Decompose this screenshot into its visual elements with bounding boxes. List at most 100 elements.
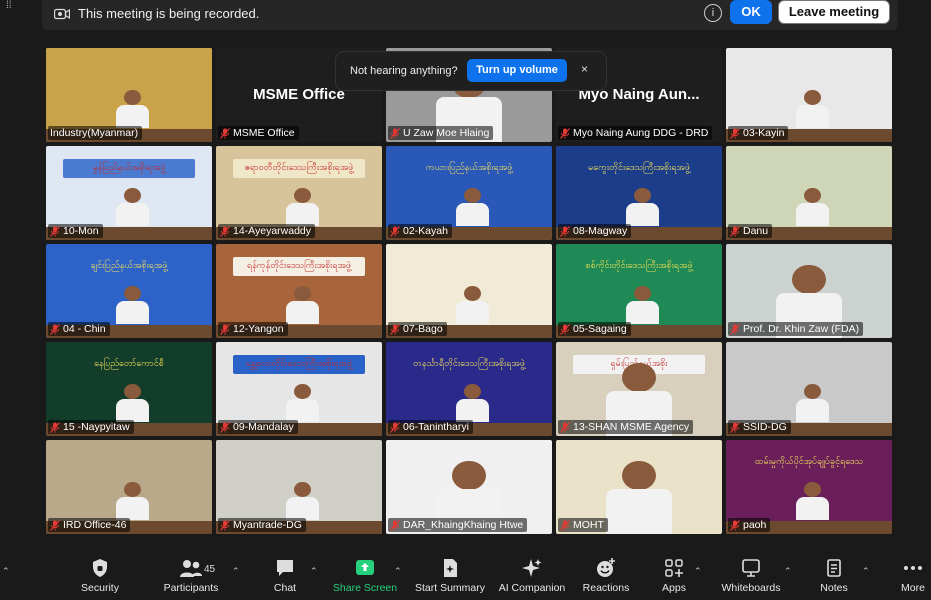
chevron-up-icon[interactable]: ⌃ (862, 566, 870, 577)
participant-tile[interactable]: မကွေးတိုင်းဒေသကြီးအစိုးရအဖွဲ့ 08-Magway (556, 146, 722, 240)
ok-button[interactable]: OK (730, 0, 772, 24)
share-screen-button[interactable]: Share Screen (332, 558, 398, 594)
participant-name: 14-Ayeyarwaddy (233, 225, 312, 237)
turn-up-volume-button[interactable]: Turn up volume (467, 59, 567, 82)
notes-icon (827, 559, 841, 577)
participant-name: MOHT (573, 519, 604, 531)
chat-label: Chat (273, 582, 297, 594)
mic-off-icon (560, 519, 570, 531)
participant-name: 03-Kayin (743, 127, 785, 139)
participant-name: Industry(Myanmar) (50, 127, 139, 139)
participant-figure (625, 286, 659, 324)
participant-tile[interactable]: DAR_KhaingKhaing Htwe (386, 440, 552, 534)
participant-tile[interactable]: ရန်ကုန်တိုင်းဒေသကြီးအစိုးရအဖွဲ့ 12-Yangon (216, 244, 382, 338)
participant-name: 08-Magway (573, 225, 628, 237)
participant-tile[interactable]: 03-Kayin (726, 48, 892, 142)
more-icon (904, 566, 922, 570)
whiteboards-button[interactable]: Whiteboards (718, 558, 784, 594)
mic-off-icon (560, 225, 570, 237)
participant-tile[interactable]: MOHT (556, 440, 722, 534)
audio-popup: Not hearing anything? Turn up volume × (336, 52, 606, 90)
participant-name-tag: Industry(Myanmar) (48, 126, 143, 140)
info-icon[interactable]: i (704, 4, 722, 22)
mic-off-icon (730, 519, 740, 531)
participant-name: DAR_KhaingKhaing Htwe (403, 519, 524, 531)
close-icon[interactable]: × (581, 62, 588, 76)
security-button[interactable]: Security (78, 558, 122, 594)
participant-name-tag: 13-SHAN MSME Agency (558, 420, 694, 434)
participant-name-tag: 10-Mon (48, 224, 103, 238)
mic-off-icon (390, 225, 400, 237)
participant-tile[interactable]: မန္တလေးတိုင်းဒေသကြီးအစိုးရအဖွဲ့ 09-Mandal… (216, 342, 382, 436)
participant-figure (795, 482, 829, 520)
mic-off-icon (220, 323, 230, 335)
mic-off-icon (390, 519, 400, 531)
mic-off-icon (50, 519, 60, 531)
mic-off-icon (50, 323, 60, 335)
mic-off-icon (50, 225, 60, 237)
participant-tile[interactable]: IRD Office-46 (46, 440, 212, 534)
participant-tile[interactable]: ဧရာဝတီတိုင်းဒေသကြီးအစိုးရအဖွဲ့ 14-Ayeyarw… (216, 146, 382, 240)
mic-off-icon (390, 323, 400, 335)
participant-name-tag: paoh (728, 518, 771, 532)
chevron-up-icon[interactable]: ⌃ (232, 566, 240, 577)
participant-name-tag: 03-Kayin (728, 126, 789, 140)
recording-message: This meeting is being recorded. (78, 6, 260, 21)
participant-tile[interactable]: ကယားပြည်နယ်အစိုးရအဖွဲ့ 02-Kayah (386, 146, 552, 240)
participant-tile[interactable]: ထမ်းမှုကိုယ်ပိုင်အုပ်ချုပ်ခွင့်ရဒေသ paoh (726, 440, 892, 534)
participant-tile[interactable]: Industry(Myanmar) (46, 48, 212, 142)
chevron-up-icon[interactable]: ⌃ (784, 566, 792, 577)
participant-name-tag: MSME Office (218, 126, 299, 140)
chat-button[interactable]: Chat (270, 558, 300, 594)
participant-figure (115, 286, 149, 324)
participant-name-tag: 02-Kayah (388, 224, 452, 238)
participant-tile[interactable]: ချင်းပြည်နယ်အစိုးရအဖွဲ့ 04 - Chin (46, 244, 212, 338)
start-summary-button[interactable]: Start Summary (412, 558, 488, 594)
participant-tile[interactable]: တနင်္သာရီတိုင်းဒေသကြီးအစိုးရအဖွဲ့ 06-Tani… (386, 342, 552, 436)
popup-text: Not hearing anything? (350, 65, 458, 77)
participant-tile[interactable]: နေပြည်တော်ကောင်စီ 15 -Naypyitaw (46, 342, 212, 436)
chevron-up-icon[interactable]: ⌃ (2, 566, 10, 577)
apps-button[interactable]: Apps (660, 558, 688, 594)
participant-tile[interactable]: 07-Bago (386, 244, 552, 338)
participant-tile[interactable]: ရှမ်းပြည်နယ်အစိုး13-SHAN MSME Agency (556, 342, 722, 436)
shield-icon (93, 559, 107, 577)
chevron-up-icon[interactable]: ⌃ (310, 566, 318, 577)
mic-off-icon (390, 127, 400, 139)
mic-off-icon (560, 323, 570, 335)
participant-name: SSID-DG (743, 421, 787, 433)
participant-name-tag: U Zaw Moe Hlaing (388, 126, 494, 140)
participant-name: Prof. Dr. Khin Zaw (FDA) (743, 323, 860, 335)
participant-name: 13-SHAN MSME Agency (573, 421, 690, 433)
chevron-up-icon[interactable]: ⌃ (694, 566, 702, 577)
participant-tile[interactable]: စစ်ကိုင်းတိုင်းဒေသကြီးအစိုးရအဖွဲ့ 05-Saga… (556, 244, 722, 338)
participant-name-tag: Danu (728, 224, 773, 238)
participant-name: Danu (743, 225, 769, 237)
participant-tile[interactable]: မွန်ပြည်နယ်အစိုးရအဖွဲ့ 10-Mon (46, 146, 212, 240)
mic-off-icon (220, 421, 230, 433)
start-summary-label: Start Summary (414, 582, 485, 594)
ai-companion-button[interactable]: AI Companion (496, 558, 568, 594)
participant-tile[interactable]: SSID-DG (726, 342, 892, 436)
participant-figure (455, 286, 489, 324)
whiteboard-icon (742, 559, 760, 577)
recording-banner: This meeting is being recorded. i OK Lea… (42, 0, 898, 30)
apps-label: Apps (662, 582, 686, 594)
office-banner: ရန်ကုန်တိုင်းဒေသကြီးအစိုးရအဖွဲ့ (232, 257, 366, 276)
participant-name-tag: 14-Ayeyarwaddy (218, 224, 316, 238)
participant-tile[interactable]: Myantrade-DG (216, 440, 382, 534)
office-banner: ထမ်းမှုကိုယ်ပိုင်အုပ်ချုပ်ခွင့်ရဒေသ (742, 453, 876, 472)
reactions-button[interactable]: Reactions (582, 558, 630, 594)
chevron-up-icon[interactable]: ⌃ (394, 566, 402, 577)
ai-companion-label: AI Companion (498, 582, 566, 594)
share-screen-icon (356, 560, 374, 575)
participant-name-tag: Myantrade-DG (218, 518, 306, 532)
participant-tile[interactable]: Prof. Dr. Khin Zaw (FDA) (726, 244, 892, 338)
leave-meeting-button[interactable]: Leave meeting (778, 0, 890, 24)
participant-figure (455, 188, 489, 226)
notes-button[interactable]: Notes (818, 558, 850, 594)
participants-label: Participants (163, 582, 219, 594)
participant-tile[interactable]: Danu (726, 146, 892, 240)
office-banner: ဧရာဝတီတိုင်းဒေသကြီးအစိုးရအဖွဲ့ (232, 159, 366, 178)
more-button[interactable]: More (898, 558, 928, 594)
